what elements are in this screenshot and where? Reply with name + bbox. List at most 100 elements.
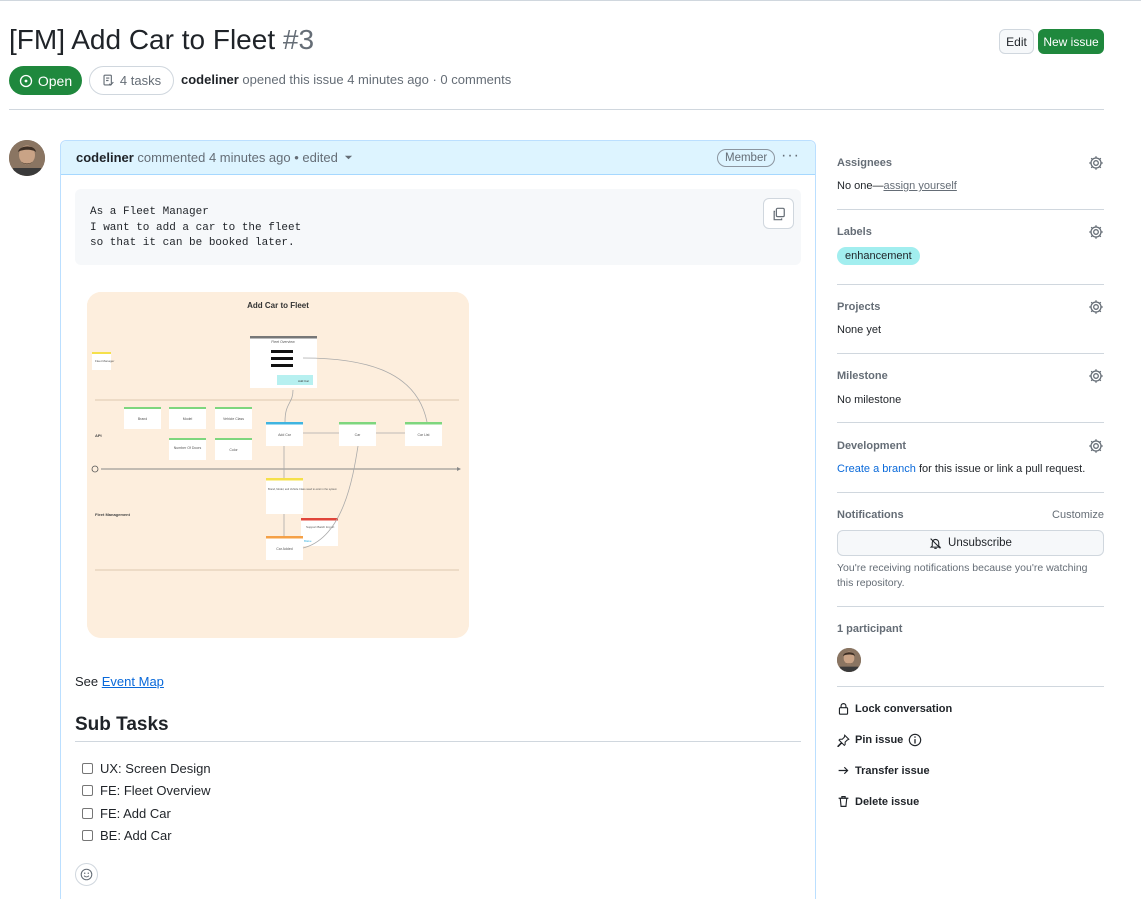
header-divider — [9, 109, 1104, 110]
task-label: FE: Add Car — [100, 806, 171, 821]
checklist-icon — [103, 74, 114, 86]
copy-icon — [773, 207, 785, 220]
tasks-label: 4 tasks — [119, 73, 162, 88]
chevron-down-icon[interactable] — [344, 153, 353, 162]
task-checkbox[interactable] — [82, 785, 93, 796]
task-item[interactable]: BE: Add Car — [82, 828, 172, 843]
assignees-title: Assignees — [837, 157, 893, 169]
issue-meta-text: opened this issue 4 minutes ago · 0 comm… — [242, 72, 512, 87]
create-branch-link[interactable]: Create a branch — [837, 463, 916, 475]
lock-icon — [838, 703, 849, 715]
pin-icon — [837, 733, 850, 747]
field-color-label: Color — [229, 448, 238, 452]
issue-meta: codeliner opened this issue 4 minutes ag… — [181, 72, 511, 87]
kebab-menu-icon[interactable]: ··· — [781, 147, 800, 165]
unsubscribe-button[interactable]: Unsubscribe — [837, 530, 1104, 556]
assign-yourself-link[interactable]: assign yourself — [883, 180, 956, 192]
task-checkbox[interactable] — [82, 808, 93, 819]
event-map-image[interactable]: Add Car to Fleet Fleet Manager Fleet Ove… — [87, 292, 469, 638]
task-label: BE: Add Car — [100, 828, 172, 843]
milestone-title: Milestone — [837, 370, 888, 382]
new-issue-button[interactable]: New issue — [1038, 29, 1104, 54]
command-label: Add Car — [278, 433, 292, 437]
sidebar-divider — [837, 284, 1104, 285]
hotspot-label: Support Batch Import — [306, 525, 335, 529]
rule-label: Brand, Model, and Vehicle Class need to … — [268, 487, 337, 491]
task-checkbox[interactable] — [82, 763, 93, 774]
hotspot-tag: Blake — [304, 539, 312, 543]
comment-meta[interactable]: commented 4 minutes ago • edited — [137, 150, 337, 165]
comment-author-link[interactable]: codeliner — [76, 150, 134, 165]
lock-conversation-label: Lock conversation — [855, 702, 953, 715]
gear-icon[interactable] — [1088, 224, 1104, 240]
task-item[interactable]: FE: Add Car — [82, 806, 171, 821]
code-block: As a Fleet Manager I want to add a car t… — [75, 189, 801, 265]
screen-label: Fleet Overview — [271, 340, 295, 344]
labels-title: Labels — [837, 226, 872, 238]
diagram-title: Add Car to Fleet — [247, 301, 309, 310]
delete-issue-button[interactable]: Delete issue — [837, 795, 919, 808]
sidebar-divider — [837, 686, 1104, 687]
issue-author-link[interactable]: codeliner — [181, 72, 239, 87]
sidebar-divider — [837, 492, 1104, 493]
assignees-section: Assignees No one—assign yourself — [837, 155, 1104, 215]
transfer-issue-button[interactable]: Transfer issue — [837, 764, 930, 777]
sidebar-divider — [837, 209, 1104, 210]
add-reaction-button[interactable] — [75, 863, 98, 886]
sidebar-divider — [837, 353, 1104, 354]
notifications-section: Notifications Customize Unsubscribe You'… — [837, 508, 1104, 608]
info-icon[interactable] — [908, 733, 922, 747]
rule-sticky — [266, 478, 303, 514]
task-checkbox[interactable] — [82, 830, 93, 841]
customize-link[interactable]: Customize — [1052, 509, 1104, 521]
unsubscribe-label: Unsubscribe — [948, 537, 1012, 549]
issue-state-label: Open — [37, 72, 73, 89]
issue-actions: Lock conversation Pin issue Transfer iss… — [837, 700, 1104, 820]
field-model-label: Model — [183, 417, 193, 421]
issue-title-text: [FM] Add Car to Fleet — [9, 24, 276, 55]
issue-open-icon — [19, 74, 33, 87]
issue-state-badge: Open — [9, 66, 82, 95]
avatar[interactable] — [9, 140, 45, 176]
projects-value: None yet — [837, 324, 882, 336]
participant-avatar[interactable] — [837, 648, 861, 672]
development-suffix: for this issue or link a pull request. — [915, 463, 1086, 475]
bell-slash-icon — [929, 537, 942, 549]
lane-fleet-management: Fleet Management — [95, 512, 131, 517]
issue-number: #3 — [282, 24, 315, 55]
notifications-note: You're receiving notifications because y… — [837, 562, 1088, 589]
task-label: UX: Screen Design — [100, 761, 211, 776]
milestone-section: Milestone No milestone — [837, 368, 1104, 428]
label-enhancement[interactable]: enhancement — [837, 247, 920, 265]
aggregate-label: Car — [355, 433, 361, 437]
see-prefix: See — [75, 674, 99, 689]
event-map-link[interactable]: Event Map — [102, 674, 164, 689]
projects-title: Projects — [837, 301, 881, 313]
tasks-badge[interactable]: 4 tasks — [89, 66, 174, 95]
field-number-of-doors-label: Number Of Doors — [174, 446, 202, 450]
actor-label: Fleet Manager — [95, 359, 114, 363]
sidebar-divider — [837, 422, 1104, 423]
lane-api: API — [95, 433, 102, 438]
gear-icon[interactable] — [1088, 438, 1104, 454]
arrow-right-icon — [838, 766, 849, 775]
top-border — [0, 0, 1141, 1]
milestone-value: No milestone — [837, 394, 902, 406]
edit-button[interactable]: Edit — [999, 29, 1034, 54]
subtasks-divider — [75, 741, 801, 742]
participants-title: 1 participant — [837, 623, 903, 635]
task-item[interactable]: UX: Screen Design — [82, 761, 211, 776]
event-label: Car Added — [276, 547, 293, 551]
gear-icon[interactable] — [1088, 368, 1104, 384]
comment-author-line: codeliner commented 4 minutes ago • edit… — [76, 150, 353, 165]
task-item[interactable]: FE: Fleet Overview — [82, 783, 211, 798]
pin-issue-button[interactable]: Pin issue — [837, 733, 922, 747]
issue-title: [FM] Add Car to Fleet #3 — [9, 24, 314, 56]
gear-icon[interactable] — [1088, 155, 1104, 171]
gear-icon[interactable] — [1088, 299, 1104, 315]
smiley-icon — [80, 868, 93, 881]
copy-button[interactable] — [763, 198, 794, 229]
lock-conversation-button[interactable]: Lock conversation — [837, 702, 952, 715]
development-title: Development — [837, 440, 907, 452]
read-model-label: Car List — [417, 433, 429, 437]
